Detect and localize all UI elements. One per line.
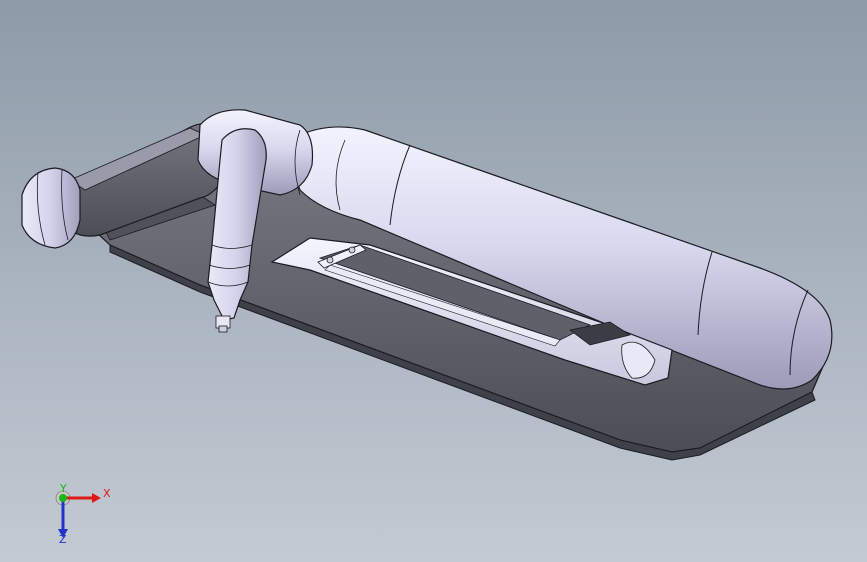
y-axis-arrow	[59, 494, 67, 502]
axis-triad: X Y Z	[55, 484, 111, 544]
graphics-viewport[interactable]	[0, 0, 867, 562]
y-axis-label: Y	[59, 484, 67, 495]
tube-elbow-left[interactable]	[21, 167, 81, 249]
x-axis-label: X	[103, 487, 111, 500]
z-axis-label: Z	[59, 533, 67, 544]
